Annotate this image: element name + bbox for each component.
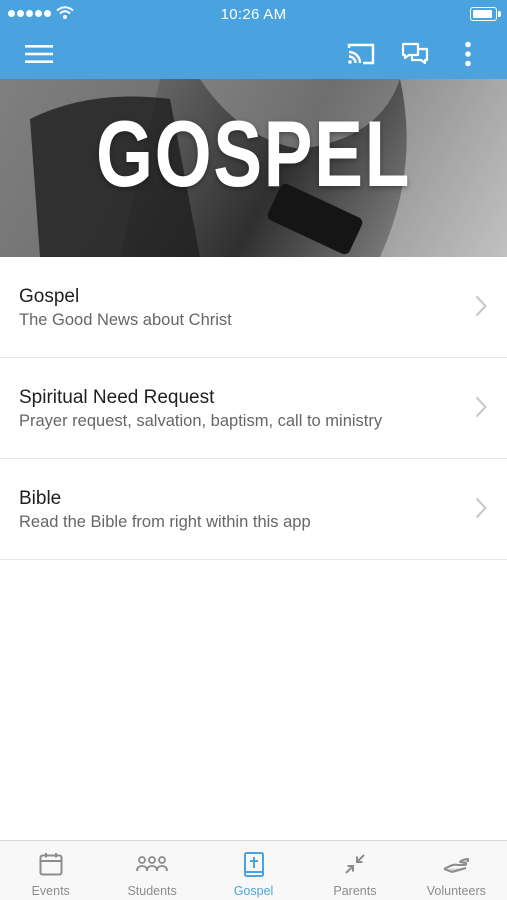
- bible-icon: [243, 852, 264, 877]
- list-item-subtitle: Prayer request, salvation, baptism, call…: [19, 412, 383, 430]
- tab-bar: Events Students Gospel Parents Volunteer…: [0, 840, 507, 900]
- list-item-title: Gospel: [19, 286, 80, 307]
- cast-icon: [347, 43, 375, 64]
- hero-banner: GOSPEL: [0, 79, 507, 257]
- list-item-title: Spiritual Need Request: [19, 387, 215, 408]
- tab-label: Parents: [333, 884, 377, 898]
- tab-events[interactable]: Events: [0, 841, 101, 900]
- chat-icon: [401, 42, 429, 64]
- battery-icon: [470, 7, 501, 21]
- menu-icon: [25, 44, 53, 63]
- chevron-right-icon: [475, 295, 487, 317]
- list-item-subtitle: Read the Bible from right within this ap…: [19, 513, 311, 531]
- screen: 10:26 AM GOSPEL Gospel The Good News abo…: [0, 0, 507, 900]
- menu-button[interactable]: [14, 28, 64, 79]
- tab-label: Gospel: [233, 884, 274, 898]
- app-bar: [0, 28, 507, 79]
- tab-parents[interactable]: Parents: [304, 841, 405, 900]
- helping-hand-icon: [443, 858, 470, 873]
- status-bar: 10:26 AM: [0, 0, 507, 28]
- tab-label: Students: [127, 884, 177, 898]
- tab-students[interactable]: Students: [101, 841, 202, 900]
- more-options-button[interactable]: [450, 28, 486, 79]
- menu-list: Gospel The Good News about Christ Spirit…: [0, 257, 507, 560]
- calendar-icon: [39, 853, 63, 876]
- list-item-subtitle: The Good News about Christ: [19, 311, 232, 329]
- cast-button[interactable]: [338, 28, 384, 79]
- tab-gospel[interactable]: Gospel: [203, 841, 304, 900]
- tab-label: Volunteers: [426, 884, 486, 898]
- tab-volunteers[interactable]: Volunteers: [406, 841, 507, 900]
- list-item-title: Bible: [19, 488, 62, 509]
- more-vertical-icon: [465, 41, 471, 66]
- status-time: 10:26 AM: [220, 6, 287, 23]
- chevron-right-icon: [475, 497, 487, 519]
- list-item-spiritual-need-request[interactable]: Spiritual Need Request Prayer request, s…: [0, 358, 507, 459]
- compress-icon: [345, 854, 365, 874]
- people-icon: [136, 856, 169, 872]
- chat-button[interactable]: [392, 28, 438, 79]
- list-item-bible[interactable]: Bible Read the Bible from right within t…: [0, 459, 507, 560]
- hero-title: GOSPEL: [96, 101, 411, 206]
- chevron-right-icon: [475, 396, 487, 418]
- tab-label: Events: [31, 884, 70, 898]
- list-item-gospel[interactable]: Gospel The Good News about Christ: [0, 257, 507, 358]
